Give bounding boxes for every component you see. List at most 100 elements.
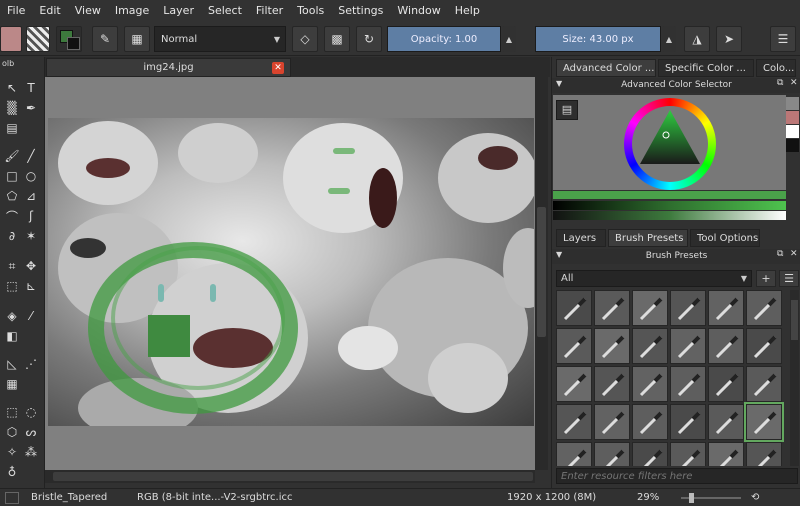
brush-preset-item[interactable] (708, 442, 744, 466)
color-bar-value[interactable] (553, 211, 786, 220)
menu-settings[interactable]: Settings (331, 4, 390, 17)
brush-preset-item[interactable] (594, 442, 630, 466)
brush-preset-item[interactable] (744, 402, 784, 442)
color-bar-gradient[interactable] (553, 201, 786, 210)
color-bar-green[interactable] (553, 191, 786, 199)
opacity-slider[interactable]: Opacity: 1.00 (387, 26, 501, 52)
hue-ring[interactable] (624, 98, 716, 190)
polygon-tool-icon[interactable]: ⬠ (3, 187, 21, 205)
fg-bg-color-swatch[interactable] (56, 26, 82, 52)
brush-preset-item[interactable] (746, 328, 782, 364)
move-tool-icon[interactable]: ✥ (22, 257, 40, 275)
brush-preset-item[interactable] (556, 328, 592, 364)
brush-preset-item[interactable] (594, 290, 630, 326)
close-icon[interactable]: ✕ (272, 62, 284, 74)
horizontal-scroll-thumb[interactable] (53, 472, 533, 481)
brush-preset-item[interactable] (556, 404, 592, 440)
horizontal-scrollbar[interactable] (45, 470, 535, 483)
brush-preset-item[interactable] (670, 366, 706, 402)
brush-preset-item[interactable] (670, 328, 706, 364)
color-settings-icon[interactable]: ▤ (556, 100, 578, 120)
blend-mode-select[interactable]: Normal ▼ (154, 26, 286, 52)
color-history-swatch[interactable] (786, 111, 799, 124)
saturation-triangle[interactable] (624, 98, 716, 190)
tab-specific-color[interactable]: Specific Color ... (658, 59, 754, 77)
line-tool-icon[interactable]: ╱ (22, 147, 40, 165)
brush-tag-select[interactable]: All ▼ (556, 270, 752, 287)
tab-layers[interactable]: Layers (556, 229, 606, 247)
select-shapes-icon[interactable]: ↖ (3, 79, 21, 97)
dynamic-brush-icon[interactable]: ∂ (3, 227, 21, 245)
brush-preset-item[interactable] (746, 442, 782, 466)
brush-preset-item[interactable] (556, 442, 592, 466)
menu-window[interactable]: Window (390, 4, 447, 17)
menu-tools[interactable]: Tools (290, 4, 331, 17)
zoom-slider-handle[interactable] (689, 492, 694, 503)
color-history-swatch[interactable] (786, 139, 799, 152)
color-selector-area[interactable]: ▤ (553, 95, 799, 190)
rect-select-icon[interactable]: ⬚ (3, 403, 21, 421)
assistant-icon[interactable]: ▤ (3, 119, 21, 137)
ellipse-tool-icon[interactable]: ○ (22, 167, 40, 185)
rotate-icon[interactable]: ⟲ (751, 492, 759, 503)
brush-preset-item[interactable] (632, 442, 668, 466)
freehand-brush-icon[interactable]: 🖌 (3, 147, 21, 165)
brush-preset-item[interactable] (556, 366, 592, 402)
polyline-tool-icon[interactable]: ⊿ (22, 187, 40, 205)
pattern-swatch[interactable] (26, 26, 50, 52)
tab-brush-presets[interactable]: Brush Presets (608, 229, 688, 247)
ellipse-select-icon[interactable]: ◌ (22, 403, 40, 421)
brush-preset-item[interactable] (632, 290, 668, 326)
brush-preset-item[interactable] (708, 366, 744, 402)
brush-preview-icon[interactable] (5, 491, 19, 504)
brush-preset-item[interactable] (746, 366, 782, 402)
resource-filter-input[interactable] (556, 468, 798, 484)
zoom-slider[interactable] (681, 492, 741, 503)
size-stepper[interactable]: ▲ (662, 26, 676, 52)
close-icon[interactable]: ✕ (790, 249, 798, 259)
add-tag-icon[interactable]: + (756, 270, 776, 287)
tab-tool-options[interactable]: Tool Options (690, 229, 760, 247)
float-icon[interactable]: ⧉ (777, 78, 783, 88)
bezier-select-icon[interactable]: ♁ (3, 463, 21, 481)
perspective-grid-icon[interactable]: ⋰ (22, 355, 40, 373)
color-history-swatch[interactable] (786, 97, 799, 110)
document-tab[interactable]: img24.jpg ✕ (46, 58, 291, 77)
menu-view[interactable]: View (68, 4, 108, 17)
collapse-icon[interactable]: ▼ (556, 79, 562, 88)
brush-preset-item[interactable] (670, 290, 706, 326)
edit-shapes-icon[interactable]: ▒ (3, 99, 21, 117)
close-icon[interactable]: ✕ (790, 78, 798, 88)
reload-preset-icon[interactable]: ↻ (356, 26, 382, 52)
mirror-horizontal-icon[interactable]: ◮ (684, 26, 710, 52)
fill-tool-icon[interactable]: ◈ (3, 307, 21, 325)
menu-filter[interactable]: Filter (249, 4, 290, 17)
brush-preset-item[interactable] (594, 328, 630, 364)
color-picker-icon[interactable]: ⁄ (22, 307, 40, 325)
brush-preset-item[interactable] (632, 366, 668, 402)
brush-preset-icon[interactable]: ✎ (92, 26, 118, 52)
grid-tool-icon[interactable]: ▦ (3, 375, 21, 393)
brush-preset-item[interactable] (708, 404, 744, 440)
multibrush-icon[interactable]: ✶ (22, 227, 40, 245)
brush-preset-item[interactable] (632, 404, 668, 440)
transform-tool-icon[interactable]: ⬚ (3, 277, 21, 295)
assistant-tool-icon[interactable]: ◺ (3, 355, 21, 373)
color-history-swatch[interactable] (786, 125, 799, 138)
crop-tool-icon[interactable]: ⌗ (3, 257, 21, 275)
rectangle-tool-icon[interactable]: □ (3, 167, 21, 185)
brush-preset-item[interactable] (670, 404, 706, 440)
menu-layer[interactable]: Layer (156, 4, 201, 17)
text-tool-icon[interactable]: T (22, 79, 40, 97)
menu-help[interactable]: Help (448, 4, 487, 17)
bezier-tool-icon[interactable]: ⌒ (3, 207, 21, 225)
brush-preset-item[interactable] (670, 442, 706, 466)
menu-select[interactable]: Select (201, 4, 249, 17)
brush-grid-scrollbar[interactable] (790, 290, 799, 466)
magic-wand-icon[interactable]: ✧ (3, 443, 21, 461)
freehand-path-icon[interactable]: ʃ (22, 207, 40, 225)
brush-preset-item[interactable] (594, 404, 630, 440)
collapse-icon[interactable]: ▼ (556, 250, 562, 259)
eraser-mode-icon[interactable]: ◇ (292, 26, 318, 52)
menu-image[interactable]: Image (108, 4, 156, 17)
